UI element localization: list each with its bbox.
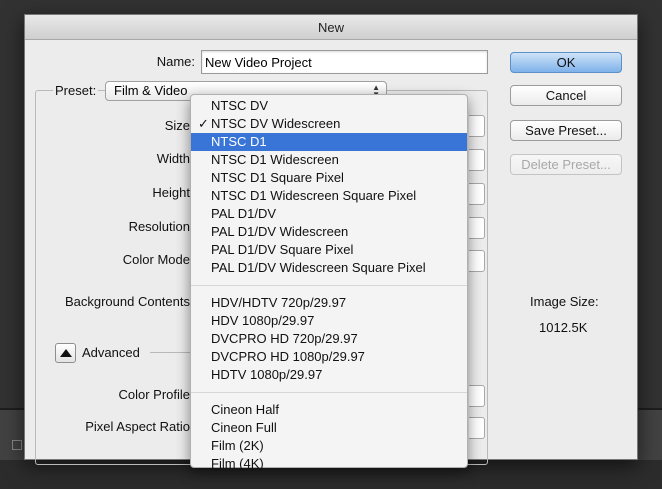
menu-item-label: NTSC D1 Square Pixel: [211, 170, 344, 185]
ok-button[interactable]: OK: [510, 52, 622, 73]
menu-item-label: Cineon Full: [211, 420, 277, 435]
pixel-aspect-select-edge[interactable]: [469, 417, 485, 439]
delete-preset-button: Delete Preset...: [510, 154, 622, 175]
menu-item-label: NTSC D1: [211, 134, 267, 149]
menu-item[interactable]: ✓ NTSC DV Widescreen: [191, 115, 467, 133]
menu-item-label: DVCPRO HD 720p/29.97: [211, 331, 358, 346]
size-select-edge[interactable]: [469, 115, 485, 137]
menu-item[interactable]: NTSC DV: [191, 97, 467, 115]
preset-select-value: Film & Video: [114, 83, 188, 98]
menu-item-label: NTSC DV: [211, 98, 269, 113]
color-profile-select-edge[interactable]: [469, 385, 485, 407]
menu-item[interactable]: PAL D1/DV Square Pixel: [191, 241, 467, 259]
menu-item[interactable]: Film (4K): [191, 455, 467, 473]
dialog-title: New: [25, 15, 637, 40]
advanced-toggle-button[interactable]: [55, 343, 76, 363]
menu-item-label: Film (2K): [211, 438, 264, 453]
menu-item[interactable]: NTSC D1: [191, 133, 467, 151]
checkmark-icon: ✓: [198, 116, 209, 131]
color-profile-label: Color Profile: [118, 387, 190, 402]
menu-item[interactable]: Cineon Full: [191, 419, 467, 437]
menu-item-label: HDV 1080p/29.97: [211, 313, 315, 328]
menu-item-label: NTSC DV Widescreen: [211, 116, 341, 131]
menu-item[interactable]: PAL D1/DV Widescreen Square Pixel: [191, 259, 467, 277]
pixel-aspect-ratio-label: Pixel Aspect Ratio: [85, 419, 190, 434]
menu-item[interactable]: PAL D1/DV: [191, 205, 467, 223]
image-size-value: 1012.5K: [539, 320, 588, 335]
size-dropdown-menu: NTSC DV ✓ NTSC DV Widescreen NTSC D1 NTSC D1…: [190, 94, 468, 471]
background-contents-label: Background Contents: [64, 294, 190, 309]
image-size-label: Image Size:: [530, 294, 599, 309]
menu-item-label: HDV/HDTV 720p/29.97: [211, 295, 347, 310]
width-field-edge[interactable]: [469, 149, 485, 171]
menu-item-label: Film (4K): [211, 456, 264, 471]
menu-item-label: HDTV 1080p/29.97: [211, 367, 323, 382]
menu-separator: [191, 285, 467, 286]
advanced-divider: [150, 352, 190, 353]
disclosure-triangle-icon: [60, 349, 72, 357]
menu-item[interactable]: NTSC D1 Widescreen: [191, 151, 467, 169]
menu-item-label: PAL D1/DV: [211, 206, 277, 221]
menu-item[interactable]: HDV/HDTV 720p/29.97: [191, 294, 467, 312]
menu-item[interactable]: NTSC D1 Square Pixel: [191, 169, 467, 187]
menu-item[interactable]: HDTV 1080p/29.97: [191, 366, 467, 384]
menu-item[interactable]: Cineon Half: [191, 401, 467, 419]
menu-item[interactable]: NTSC D1 Widescreen Square Pixel: [191, 187, 467, 205]
height-field-edge[interactable]: [469, 183, 485, 205]
height-label: Height: [152, 185, 190, 200]
name-label: Name:: [156, 54, 195, 69]
panel-icon: [12, 440, 22, 450]
resolution-field-edge[interactable]: [469, 217, 485, 239]
menu-item-label: Cineon Half: [211, 402, 279, 417]
name-input[interactable]: [201, 50, 488, 74]
menu-item-label: PAL D1/DV Widescreen: [211, 224, 349, 239]
menu-item-label: NTSC D1 Widescreen: [211, 152, 339, 167]
menu-item[interactable]: PAL D1/DV Widescreen: [191, 223, 467, 241]
width-label: Width: [156, 151, 190, 166]
advanced-label: Advanced: [82, 345, 140, 360]
save-preset-button[interactable]: Save Preset...: [510, 120, 622, 141]
menu-item-label: NTSC D1 Widescreen Square Pixel: [211, 188, 417, 203]
menu-item[interactable]: DVCPRO HD 1080p/29.97: [191, 348, 467, 366]
preset-label: Preset:: [53, 83, 99, 98]
menu-item-label: PAL D1/DV Square Pixel: [211, 242, 354, 257]
menu-item-label: PAL D1/DV Widescreen Square Pixel: [211, 260, 426, 275]
menu-item[interactable]: HDV 1080p/29.97: [191, 312, 467, 330]
menu-separator: [191, 392, 467, 393]
resolution-label: Resolution: [128, 219, 190, 234]
menu-item[interactable]: DVCPRO HD 720p/29.97: [191, 330, 467, 348]
color-mode-select-edge[interactable]: [469, 250, 485, 272]
cancel-button[interactable]: Cancel: [510, 85, 622, 106]
menu-item[interactable]: Film (2K): [191, 437, 467, 455]
menu-item-label: DVCPRO HD 1080p/29.97: [211, 349, 365, 364]
size-label: Size: [164, 118, 190, 133]
color-mode-label: Color Mode: [122, 252, 190, 267]
